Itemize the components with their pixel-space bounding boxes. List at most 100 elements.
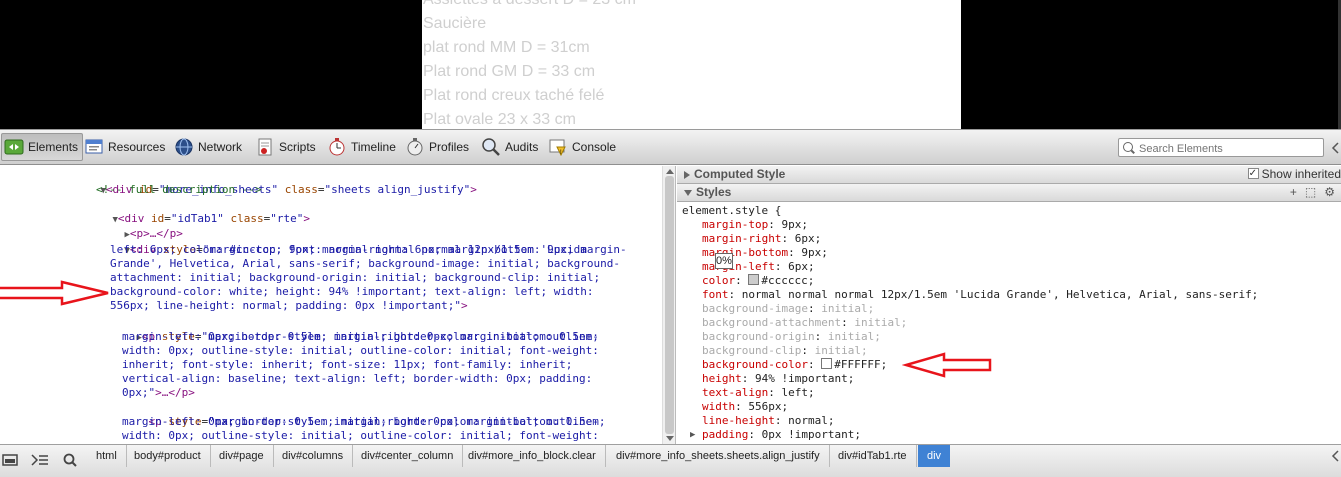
breadcrumb-item[interactable]: div#more_info_sheets.sheets.align_justif… [607,445,830,467]
dom-node-p-collapsed[interactable]: ▶<p>…</p> [98,213,183,240]
dom-node-p[interactable]: <p style="margin-top: 0.5em; margin-righ… [122,401,606,428]
dom-node-idtab1[interactable]: ▼<div id="idTab1" class="rte"> [86,198,311,225]
element-state-icon[interactable]: ⬚ [1305,185,1316,199]
style-property-row[interactable]: height: 94% !important; [702,372,854,386]
style-property-row[interactable]: background-attachment: initial; [702,316,907,330]
scroll-thumb[interactable] [665,176,674,434]
property-name[interactable]: font [702,288,729,301]
search-box[interactable] [1118,138,1324,157]
property-value[interactable]: 6px; [788,260,815,273]
tab-label: Profiles [429,140,470,154]
pane-title: Computed Style [694,167,786,181]
breadcrumb-item[interactable]: div [918,445,951,467]
element-style-selector[interactable]: element.style { [682,204,781,218]
expand-shorthand-icon[interactable]: ▶ [690,428,695,442]
style-property-row[interactable]: background-image: initial; [702,302,874,316]
style-property-row[interactable]: background-origin: initial; [702,330,881,344]
style-property-row[interactable]: ▶ padding: 0px !important; [690,428,861,442]
style-property-row[interactable]: margin-right: 6px; [702,232,821,246]
attr-value: "rte" [270,212,304,225]
property-value[interactable]: left; [781,386,814,399]
scroll-down-icon[interactable] [666,436,674,441]
breadcrumb-item[interactable]: div#columns [273,445,354,467]
property-value[interactable]: 6px; [795,232,822,245]
property-name[interactable]: background-origin [702,330,815,343]
tab-network[interactable]: Network [172,133,246,161]
breadcrumb-item[interactable]: div#center_column [352,445,464,467]
computed-style-header[interactable]: Computed Style Show inherited [677,166,1341,184]
property-name[interactable]: color [702,274,735,287]
property-value[interactable]: initial; [821,302,874,315]
breadcrumb-item[interactable]: body#product [125,445,211,467]
property-name[interactable]: height [702,372,742,385]
tab-resources[interactable]: Resources [82,133,169,161]
style-property-row[interactable]: font: normal normal normal 12px/1.5em 'L… [702,288,1258,302]
color-swatch[interactable] [748,274,760,285]
breadcrumb-item[interactable]: div#idTab1.rte [829,445,917,467]
dom-node-more-info-sheets[interactable]: ▼<div id="more_info_sheets" class="sheet… [74,169,477,196]
toolbar-overflow-icon[interactable] [1331,142,1341,154]
dom-node-selected-div[interactable]: ▼<div style="margin-top: 9px; margin-rig… [98,229,627,256]
style-property-row[interactable]: margin-top: 9px; [702,218,808,232]
property-value[interactable]: #FFFFFF; [834,358,887,371]
style-property-row[interactable]: text-align: left; [702,386,815,400]
property-value[interactable]: normal normal normal 12px/1.5em 'Lucida … [742,288,1259,301]
style-property-row[interactable]: line-height: normal; [702,414,834,428]
property-value[interactable]: #cccccc; [761,274,814,287]
page-preview: Assiettes à dessert D = 23 cm Saucière p… [0,0,1341,129]
property-name[interactable]: background-attachment [702,316,841,329]
color-swatch[interactable] [821,358,833,369]
tab-profiles[interactable]: Profiles [403,133,473,161]
tab-label: Timeline [351,140,396,154]
property-name[interactable]: background-image [702,302,808,315]
style-property-row[interactable]: background-clip: initial; [702,344,868,358]
property-name[interactable]: width [702,400,735,413]
property-value[interactable]: 0px !important; [762,428,861,441]
inspect-search-icon[interactable] [59,450,81,470]
property-name[interactable]: margin-left [702,260,775,273]
property-name[interactable]: line-height [702,414,775,427]
elements-scrollbar[interactable] [662,166,676,444]
breadcrumb-item[interactable]: div#more_info_block.clear [459,445,606,467]
breadcrumb-item[interactable]: html [87,445,127,467]
attr-name: class [284,183,318,196]
property-name[interactable]: text-align [702,386,768,399]
breadcrumb-item[interactable]: div#page [210,445,274,467]
property-name[interactable]: padding [702,428,748,441]
breadcrumb-overflow-icon[interactable] [1331,450,1341,462]
styles-header[interactable]: Styles + ⬚ ⚙ [677,184,1341,202]
style-line: width: 0px; outline-style: initial; outl… [122,429,599,442]
style-property-row[interactable]: color: #cccccc; [702,274,814,288]
dom-node-p[interactable]: ▶<p style="margin-top: 0.5em; margin-rig… [110,316,599,343]
property-value[interactable]: 9px; [801,246,828,259]
property-value[interactable]: initial; [828,330,881,343]
property-value[interactable]: 9px; [781,218,808,231]
property-name[interactable]: background-color [702,358,808,371]
profiles-icon [405,137,425,157]
dom-comment[interactable]: <!-- full description --> [96,183,262,197]
tab-timeline[interactable]: Timeline [325,133,400,161]
scripts-icon [255,137,275,157]
property-name[interactable]: margin-right [702,232,781,245]
dock-icon[interactable] [0,450,22,470]
tag-close: > [303,212,311,225]
tab-audits[interactable]: Audits [479,133,542,161]
property-value[interactable]: normal; [788,414,834,427]
add-rule-icon[interactable]: + [1290,185,1297,199]
tab-elements[interactable]: Elements [1,133,84,161]
tab-console[interactable]: ! Console [546,133,620,161]
property-value[interactable]: initial; [815,344,868,357]
style-property-row[interactable]: width: 556px; [702,400,788,414]
style-property-row[interactable]: background-color: #FFFFFF; [702,358,887,372]
property-name[interactable]: margin-top [702,218,768,231]
property-name[interactable]: background-clip [702,344,801,357]
tab-scripts[interactable]: Scripts [253,133,320,161]
property-value[interactable]: initial; [854,316,907,329]
property-value[interactable]: 94% !important; [755,372,854,385]
search-input[interactable] [1137,140,1321,157]
scroll-up-icon[interactable] [666,169,674,174]
console-toggle-icon[interactable] [29,450,51,470]
show-inherited-checkbox[interactable]: Show inherited [1247,166,1341,183]
settings-gear-icon[interactable]: ⚙ [1324,185,1335,199]
property-value[interactable]: 556px; [748,400,788,413]
